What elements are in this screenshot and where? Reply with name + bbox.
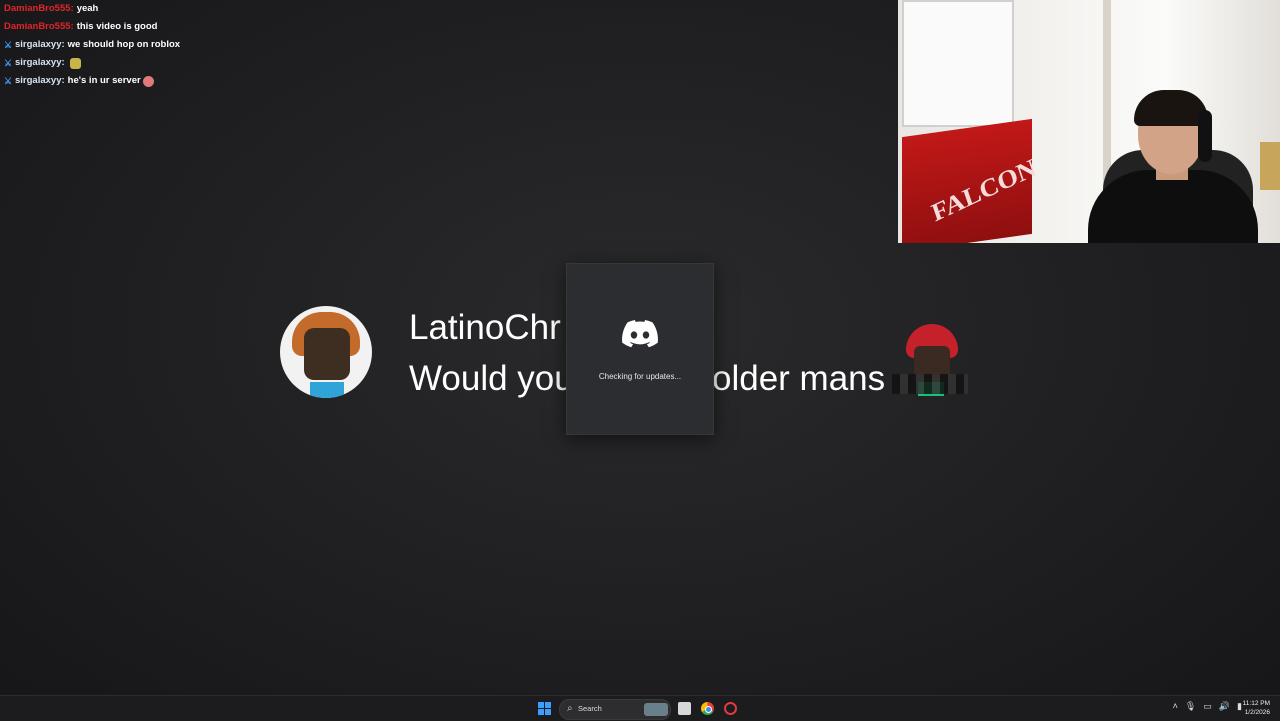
update-status-text: Checking for updates... — [598, 372, 682, 381]
discord-updater-window: Checking for updates... — [566, 263, 714, 435]
search-highlight-icon — [644, 703, 668, 716]
chat-username: sirgalaxyy: — [15, 57, 65, 68]
video-message-left: Would you — [409, 359, 574, 398]
discord-logo-icon — [622, 320, 658, 348]
search-icon: ⌕ — [567, 703, 573, 714]
headset — [1198, 110, 1212, 162]
chat-message: ⚔ sirgalaxyy: — [4, 54, 404, 72]
clock[interactable]: 11:12 PM 1/2/2026 — [1243, 699, 1270, 717]
clock-date: 1/2/2026 — [1244, 709, 1270, 716]
emote-icon — [69, 57, 81, 69]
taskbar-search[interactable]: ⌕ Search — [559, 699, 671, 720]
wall-picture — [1260, 142, 1280, 190]
system-tray: ˄ 🎙 ▭ 🔊 ▮ — [1173, 701, 1242, 712]
chat-text: we should hop on roblox — [67, 39, 181, 50]
file-explorer-icon[interactable] — [678, 702, 691, 715]
streamer-hair — [1134, 90, 1208, 126]
windows-start-icon[interactable] — [538, 702, 551, 715]
chat-text: he's in ur server — [67, 75, 141, 86]
roblox-icon[interactable] — [724, 702, 737, 715]
video-username: LatinoChr — [409, 308, 561, 347]
chat-text: yeah — [76, 3, 99, 14]
network-icon[interactable]: ▭ — [1203, 701, 1212, 712]
avatar-shirt — [310, 382, 344, 398]
red-banner: FALCON — [902, 118, 1040, 243]
chat-username: sirgalaxyy: — [15, 75, 65, 86]
censor-bar — [892, 374, 968, 394]
chrome-icon[interactable] — [701, 702, 714, 715]
chevron-up-icon[interactable]: ˄ — [1173, 701, 1178, 712]
chat-message: ⚔ sirgalaxyy: we should hop on roblox — [4, 36, 404, 54]
whiteboard — [902, 0, 1014, 127]
chat-text: this video is good — [76, 21, 158, 32]
chat-message: DamianBro555: yeah — [4, 0, 404, 18]
microphone-icon[interactable]: 🎙 — [1185, 701, 1196, 712]
chat-message: ⚔ sirgalaxyy: he's in ur server — [4, 72, 404, 90]
streamer-body — [1088, 170, 1258, 243]
chat-message: DamianBro555: this video is good — [4, 18, 404, 36]
webcam-feed: FALCON — [898, 0, 1280, 243]
chat-username: DamianBro555: — [4, 21, 74, 32]
roblox-avatar — [280, 306, 372, 398]
emote-icon — [142, 75, 154, 87]
chat-overlay: DamianBro555: yeah DamianBro555: this vi… — [4, 0, 404, 90]
video-message-right: older mans — [712, 359, 886, 398]
avatar-face — [304, 328, 350, 380]
sword-badge-icon: ⚔ — [4, 57, 13, 68]
sword-badge-icon: ⚔ — [4, 39, 13, 50]
taskbar: ⌕ Search ˄ 🎙 ▭ 🔊 ▮ 11:12 PM 1/2/2026 — [0, 695, 1280, 721]
volume-icon[interactable]: 🔊 — [1219, 701, 1230, 712]
sword-badge-icon: ⚔ — [4, 75, 13, 86]
search-label: Search — [578, 704, 602, 713]
battery-icon[interactable]: ▮ — [1237, 701, 1242, 712]
chat-username: DamianBro555: — [4, 3, 74, 14]
clock-time: 11:12 PM — [1242, 700, 1270, 707]
chat-username: sirgalaxyy: — [15, 39, 65, 50]
